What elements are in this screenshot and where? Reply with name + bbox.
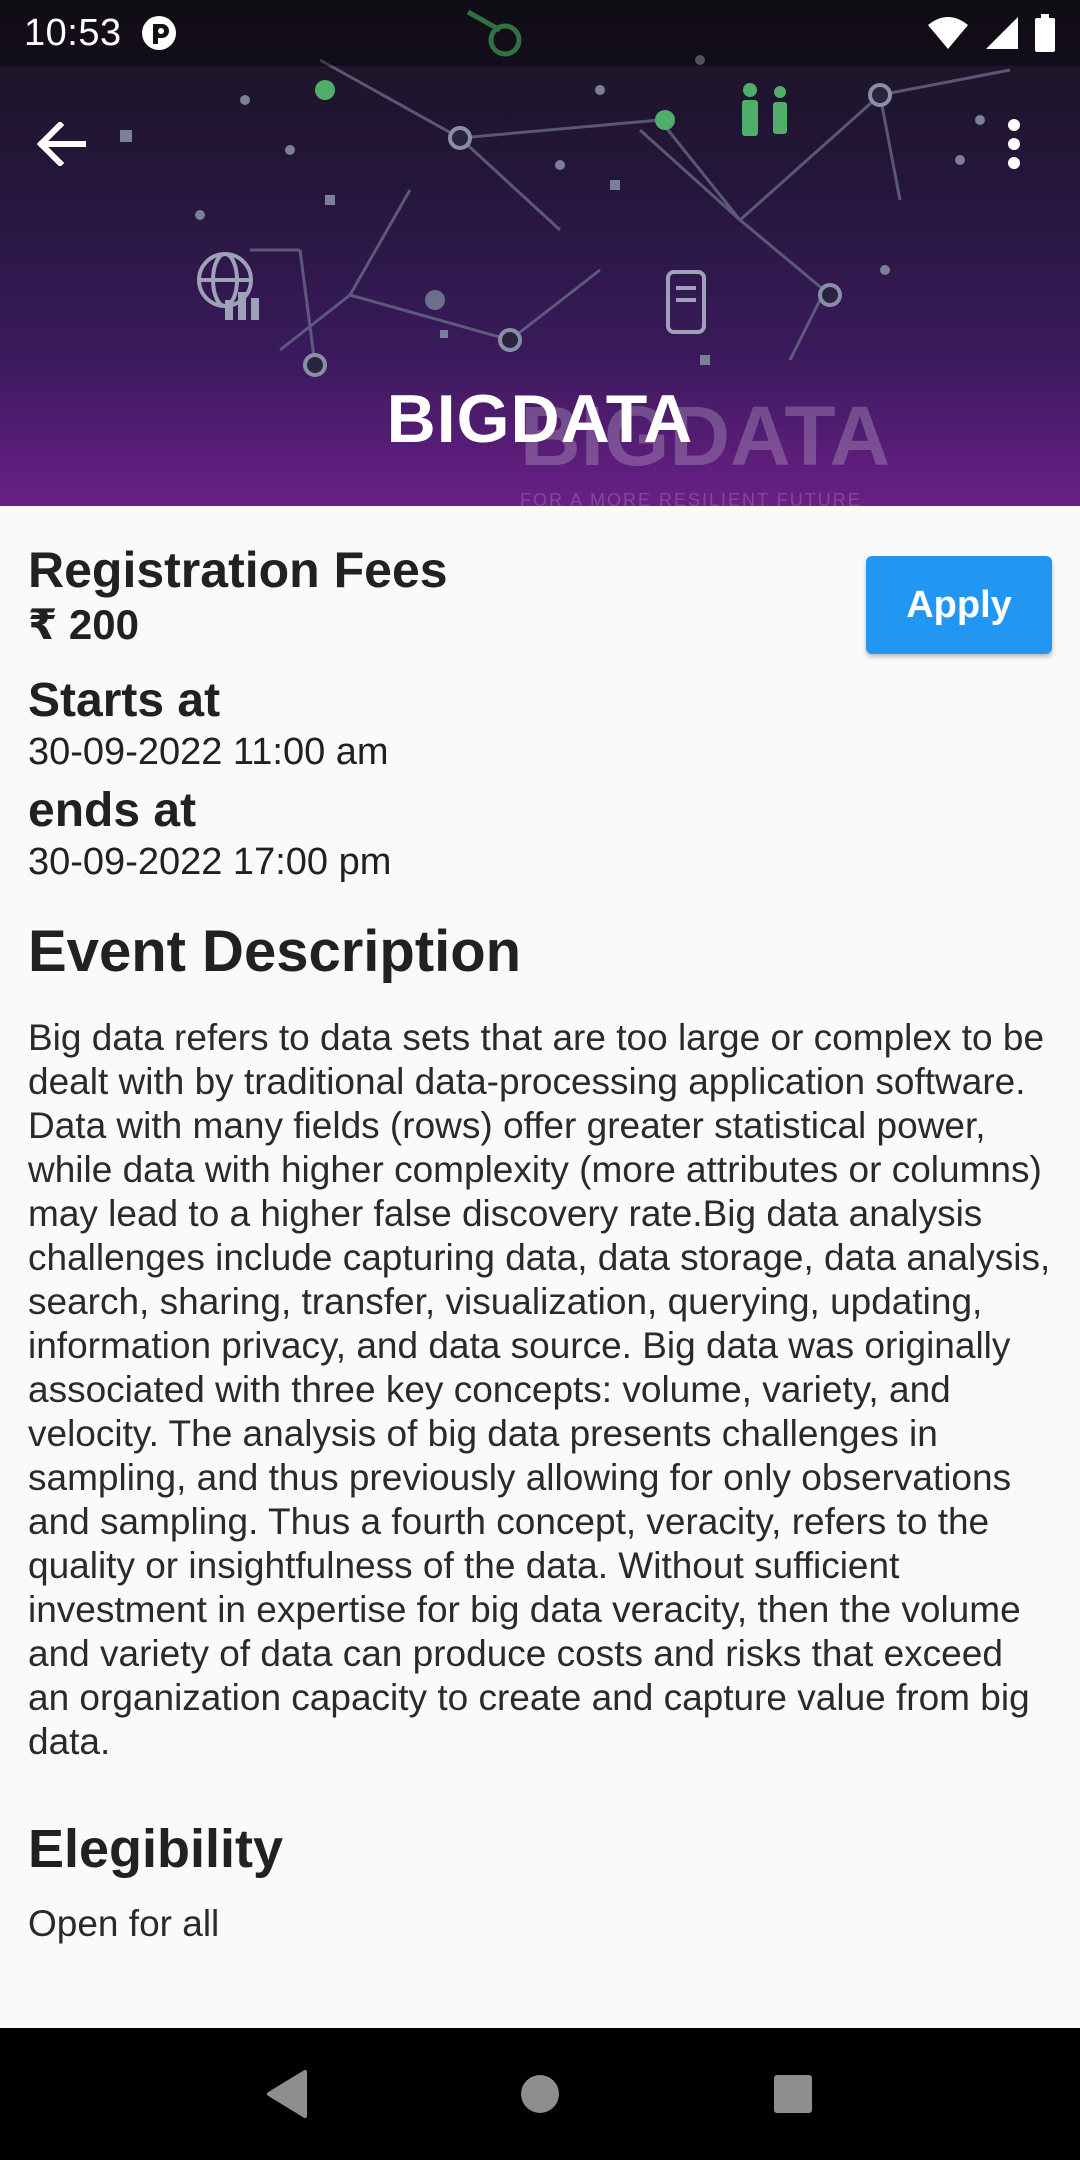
registration-section: Registration Fees ₹ 200 Apply [28, 540, 1052, 654]
wifi-icon [928, 17, 968, 49]
back-triangle-icon [266, 2070, 307, 2118]
overflow-menu-button[interactable] [984, 104, 1044, 184]
event-title: BIGDATA [386, 381, 694, 457]
home-circle-icon [520, 2075, 559, 2113]
recents-square-icon [774, 2075, 813, 2113]
event-description-text: Big data refers to data sets that are to… [28, 1017, 1051, 1762]
nav-back-button[interactable] [247, 2054, 327, 2134]
arrow-back-icon [36, 122, 86, 166]
event-header-banner: 10:53 BIGDATA FOR A MORE RESILIENT FUTUR… [0, 0, 1080, 506]
nav-home-button[interactable] [500, 2054, 580, 2134]
event-description-title: Event Description [28, 919, 522, 984]
eligibility-title: Elegibility [28, 1819, 284, 1879]
top-app-bar [0, 96, 1080, 192]
ends-at-value: 30-09-2022 17:00 pm [28, 841, 392, 883]
status-time: 10:53 [24, 11, 122, 54]
start-section: Starts at 30-09-2022 11:00 am [28, 674, 1052, 776]
system-navigation-bar [0, 2028, 1080, 2160]
app-notification-icon [141, 16, 176, 50]
cellular-signal-icon [986, 17, 1018, 49]
apply-button[interactable]: Apply [866, 556, 1052, 654]
end-section: ends at 30-09-2022 17:00 pm [28, 784, 1052, 886]
starts-at-label: Starts at [28, 674, 221, 727]
nav-recents-button[interactable] [753, 2054, 833, 2134]
back-button[interactable] [36, 104, 116, 184]
more-vert-icon [1008, 119, 1020, 169]
ends-at-label: ends at [28, 784, 197, 837]
eligibility-value: Open for all [28, 1903, 220, 1944]
event-details: Registration Fees ₹ 200 Apply Starts at … [0, 506, 1080, 1946]
starts-at-value: 30-09-2022 11:00 am [28, 731, 389, 773]
status-bar: 10:53 [0, 0, 1080, 66]
banner-watermark-subtitle: FOR A MORE RESILIENT FUTURE [520, 490, 862, 506]
battery-icon [1035, 14, 1055, 52]
